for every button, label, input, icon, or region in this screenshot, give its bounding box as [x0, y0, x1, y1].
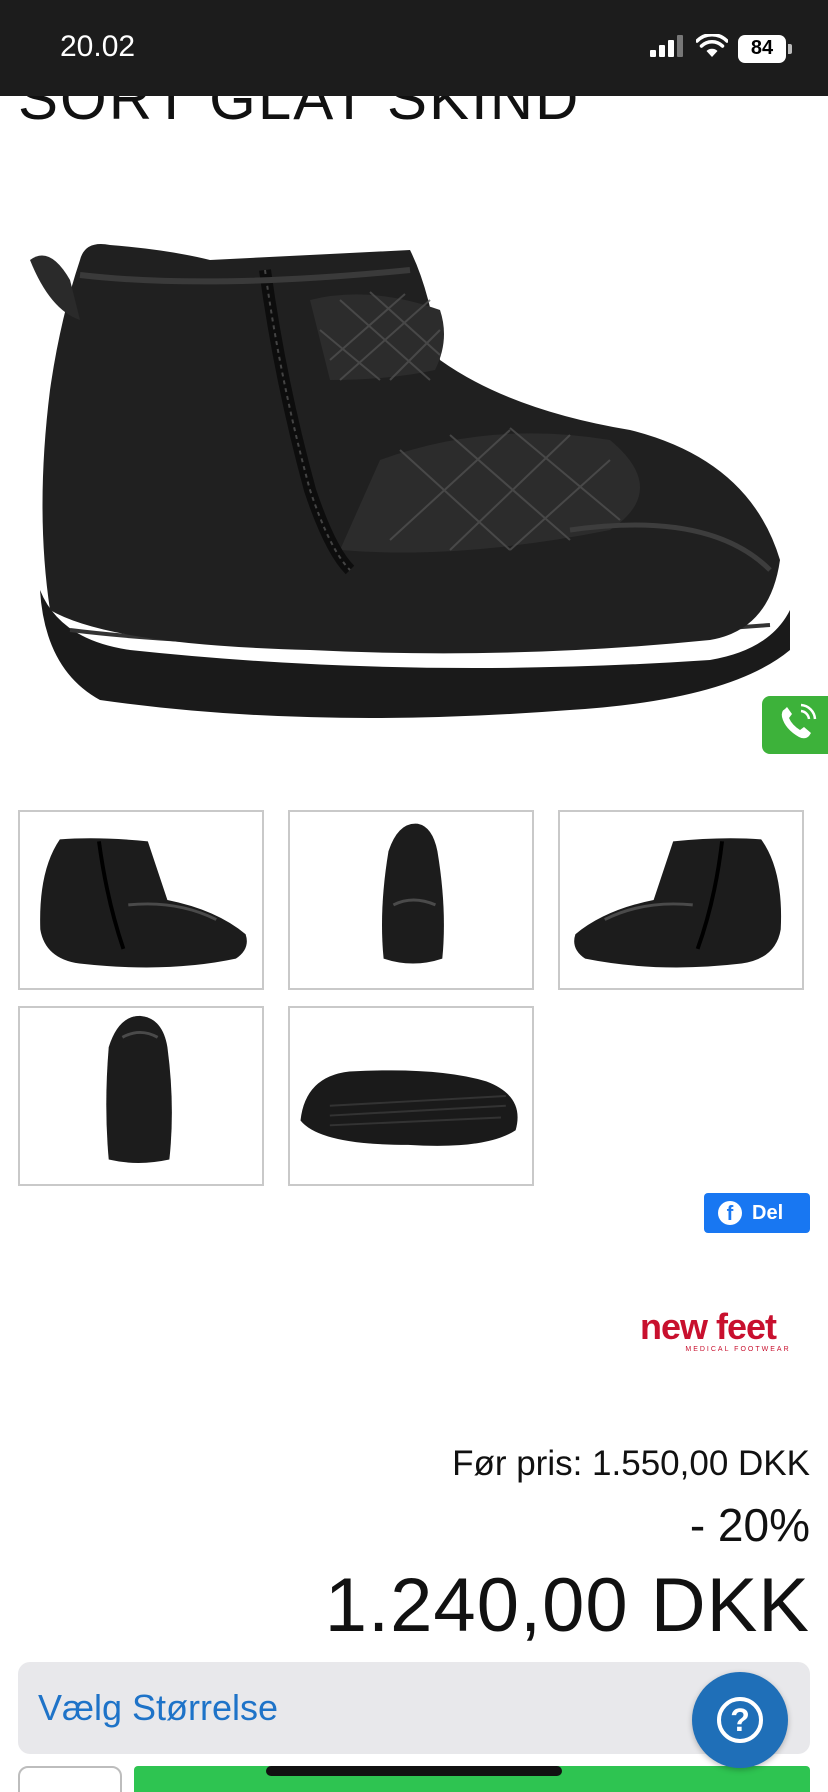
status-bar: 20.02 84: [0, 0, 828, 96]
home-indicator: [266, 1766, 562, 1776]
facebook-share-button[interactable]: f Del: [704, 1193, 810, 1233]
thumbnail-front-view[interactable]: [288, 810, 534, 990]
facebook-icon: f: [718, 1201, 742, 1225]
signal-icon: [650, 35, 686, 62]
question-icon: ?: [717, 1697, 763, 1743]
price-before: Før pris: 1.550,00 DKK: [452, 1444, 810, 1483]
size-select-label: Vælg Størrelse: [38, 1687, 279, 1728]
size-select[interactable]: Vælg Størrelse ⌄: [18, 1662, 810, 1754]
call-button[interactable]: [762, 696, 828, 754]
share-label: Del: [752, 1201, 784, 1224]
current-price: 1.240,00 DKK: [324, 1563, 810, 1648]
discount-badge: - 20%: [689, 1499, 810, 1551]
brand-tagline: MEDICAL FOOTWEAR: [685, 1345, 791, 1353]
brand-logo[interactable]: new feet MEDICAL FOOTWEAR: [610, 1296, 806, 1364]
brand-name: new feet: [639, 1305, 777, 1347]
thumbnail-sole-view[interactable]: [288, 1006, 534, 1186]
battery-icon: 84: [738, 34, 786, 63]
status-icons: 84: [650, 33, 792, 63]
thumbnail-side-view[interactable]: [18, 810, 264, 990]
help-button[interactable]: ?: [692, 1672, 788, 1768]
battery-tip: [788, 43, 792, 54]
status-time: 20.02: [60, 30, 136, 63]
main-product-image[interactable]: [10, 230, 810, 750]
thumbnail-back-view[interactable]: [18, 1006, 264, 1186]
thumbnail-inner-side-view[interactable]: [558, 810, 804, 990]
wifi-icon: [695, 33, 729, 63]
phone-icon: [777, 703, 817, 748]
quantity-input[interactable]: [18, 1766, 122, 1792]
